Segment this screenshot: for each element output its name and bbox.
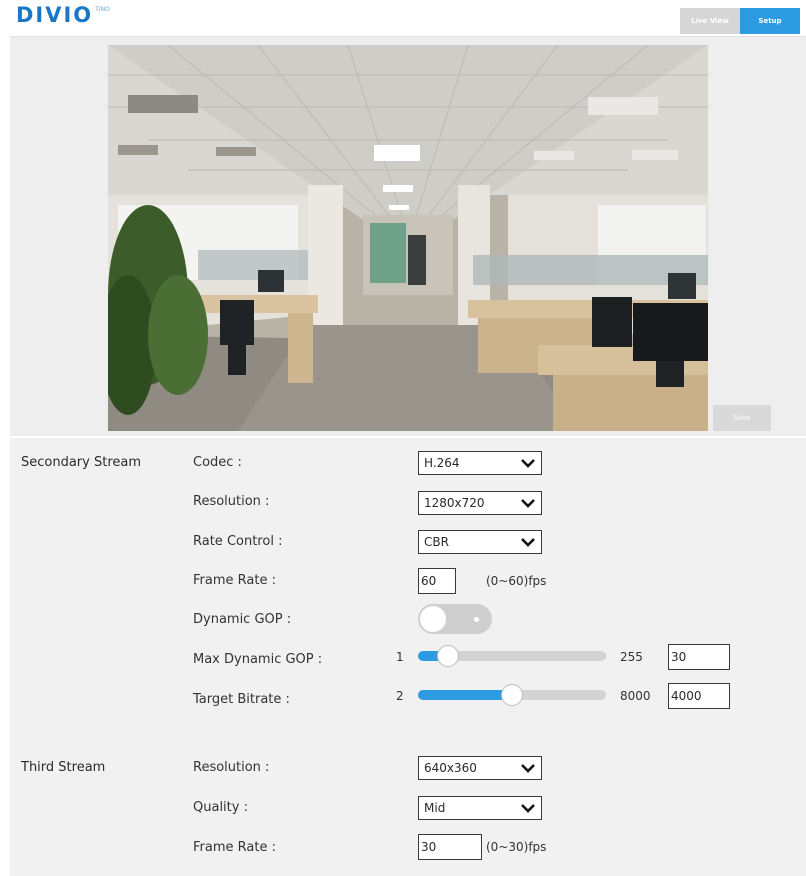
- chevron-down-icon: [521, 459, 535, 468]
- quality-select[interactable]: Mid: [418, 796, 542, 820]
- max-dynamic-gop-slider-thumb[interactable]: [437, 645, 459, 667]
- target-bitrate-slider-thumb[interactable]: [501, 684, 523, 706]
- max-dynamic-gop-slider[interactable]: [418, 645, 606, 667]
- logo-superscript: TINO: [95, 6, 110, 13]
- logo-text: DIVIO: [16, 3, 94, 27]
- quality-label: Quality :: [193, 800, 248, 815]
- top-nav: Live View Setup: [680, 8, 800, 34]
- toggle-knob: [420, 606, 446, 632]
- header: DIVIO TINO Live View Setup: [0, 0, 806, 36]
- camera-preview: [108, 45, 708, 431]
- camera-preview-image: [108, 45, 708, 431]
- secondary-stream-title: Secondary Stream: [21, 455, 142, 470]
- target-bitrate-max: 8000: [620, 689, 651, 703]
- third-frame-rate-unit: (0~30)fps: [486, 840, 547, 854]
- third-resolution-value: 640x360: [424, 761, 477, 775]
- codec-select[interactable]: H.264: [418, 451, 542, 475]
- frame-rate-unit: (0~60)fps: [486, 574, 547, 588]
- third-resolution-select[interactable]: 640x360: [418, 756, 542, 780]
- save-button[interactable]: Save: [713, 405, 771, 431]
- stream-settings-panel: Secondary Stream Codec : H.264 Resolutio…: [10, 438, 806, 876]
- toggle-dot: [474, 617, 479, 622]
- dynamic-gop-toggle[interactable]: [418, 604, 492, 634]
- codec-value: H.264: [424, 456, 460, 470]
- chevron-down-icon: [521, 764, 535, 773]
- third-frame-rate-input[interactable]: 30: [418, 834, 482, 860]
- quality-value: Mid: [424, 801, 446, 815]
- third-stream-title: Third Stream: [21, 760, 106, 775]
- codec-label: Codec :: [193, 455, 242, 470]
- chevron-down-icon: [521, 499, 535, 508]
- resolution-label: Resolution :: [193, 494, 270, 509]
- live-view-button[interactable]: Live View: [680, 8, 740, 34]
- frame-rate-label: Frame Rate :: [193, 573, 276, 588]
- chevron-down-icon: [521, 538, 535, 547]
- rate-control-value: CBR: [424, 535, 449, 549]
- divio-logo: DIVIO TINO: [16, 3, 110, 27]
- third-resolution-label: Resolution :: [193, 760, 270, 775]
- max-dynamic-gop-min: 1: [396, 650, 404, 664]
- chevron-down-icon: [521, 804, 535, 813]
- target-bitrate-slider-fill: [418, 690, 512, 700]
- max-dynamic-gop-max: 255: [620, 650, 643, 664]
- max-dynamic-gop-label: Max Dynamic GOP :: [193, 652, 323, 667]
- frame-rate-input[interactable]: 60: [418, 568, 456, 594]
- resolution-value: 1280x720: [424, 496, 485, 510]
- rate-control-select[interactable]: CBR: [418, 530, 542, 554]
- target-bitrate-min: 2: [396, 689, 404, 703]
- third-frame-rate-label: Frame Rate :: [193, 840, 276, 855]
- target-bitrate-input[interactable]: 4000: [668, 683, 730, 709]
- resolution-select[interactable]: 1280x720: [418, 491, 542, 515]
- max-dynamic-gop-input[interactable]: 30: [668, 644, 730, 670]
- target-bitrate-label: Target Bitrate :: [193, 692, 290, 707]
- target-bitrate-slider[interactable]: [418, 684, 606, 706]
- rate-control-label: Rate Control :: [193, 534, 283, 549]
- dynamic-gop-label: Dynamic GOP :: [193, 612, 292, 627]
- setup-button[interactable]: Setup: [740, 8, 800, 34]
- preview-panel: Save: [10, 36, 806, 436]
